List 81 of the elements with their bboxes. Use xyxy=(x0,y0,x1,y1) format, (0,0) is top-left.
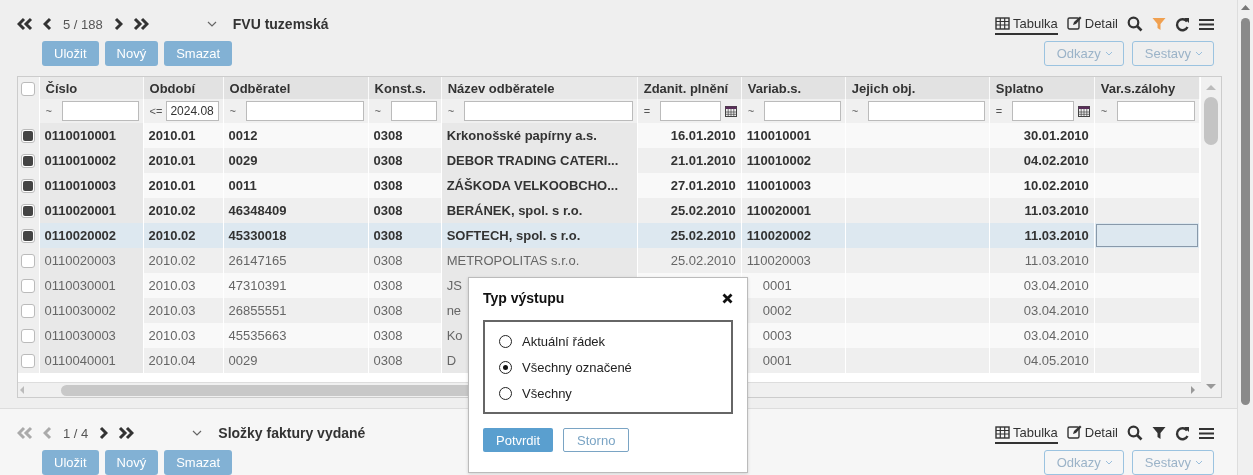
table-cell-text: 0002 xyxy=(761,303,792,318)
table-cell: 0012 xyxy=(228,128,258,143)
table-cell: Krkonošské papírny a.s. xyxy=(446,128,597,143)
record-position: 5 / 188 xyxy=(63,16,103,32)
table-cell: 0308 xyxy=(373,153,403,168)
table-cell: 0110040001 xyxy=(44,353,116,368)
table-cell: 0308 xyxy=(373,328,403,343)
table-cell: 11.03.2010 xyxy=(1024,228,1089,243)
table-cell: 2010.01 xyxy=(148,153,196,168)
table-cell: 2010.02 xyxy=(148,228,196,243)
table-cell: 110020003 xyxy=(746,253,811,268)
table-cell: 0308 xyxy=(373,303,403,318)
table-cell: 0308 xyxy=(373,128,403,143)
table-cell: 03.04.2010 xyxy=(1023,328,1089,343)
table-cell: 03.04.2010 xyxy=(1023,303,1089,318)
table-cell: Ko xyxy=(446,328,463,343)
table-cell: 2010.03 xyxy=(148,278,196,293)
table-cell: 0110010003 xyxy=(44,178,117,193)
dialog-title: Typ výstupu xyxy=(483,290,565,306)
table-cell: D xyxy=(446,353,456,368)
table-cell: 0308 xyxy=(373,278,403,293)
table-cell: 0308 xyxy=(373,178,403,193)
table-cell: 16.01.2010 xyxy=(670,128,736,143)
table-cell: 04.05.2010 xyxy=(1023,353,1089,368)
table-cell: 2010.01 xyxy=(148,178,196,193)
table-cell: 2010.04 xyxy=(148,353,196,368)
table-cell-text: 0001 xyxy=(761,353,792,368)
table-cell: 0110020001 xyxy=(44,203,117,218)
table-cell: 21.01.2010 xyxy=(670,153,736,168)
table-cell: 46348409 xyxy=(228,203,287,218)
table-cell: 0308 xyxy=(373,353,403,368)
table-cell: 11.03.2010 xyxy=(1024,253,1089,268)
table-cell: 0110030002 xyxy=(44,303,116,318)
table-cell: 25.02.2010 xyxy=(670,228,736,243)
panel-title: FVU tuzemská xyxy=(232,16,329,32)
table-cell: ne xyxy=(446,303,462,318)
table-cell: 0029 xyxy=(228,153,258,168)
table-cell: 0110030003 xyxy=(44,328,116,343)
record-position: 1 / 4 xyxy=(63,425,89,441)
table-cell: 0029 xyxy=(228,353,258,368)
table-cell: 03.04.2010 xyxy=(1023,278,1089,293)
table-cell: 04.02.2010 xyxy=(1023,153,1089,168)
table-cell: 110010003 xyxy=(746,178,812,193)
table-cell: 30.01.2010 xyxy=(1023,128,1089,143)
table-cell: 0308 xyxy=(373,203,403,218)
table-cell: SOFTECH, spol. s r.o. xyxy=(446,228,581,243)
table-cell: 27.01.2010 xyxy=(670,178,736,193)
table-cell: BERÁNEK, spol. s r.o. xyxy=(446,203,583,218)
table-cell: 25.02.2010 xyxy=(670,203,736,218)
table-cell: 2010.01 xyxy=(148,128,196,143)
table-cell: 110020002 xyxy=(746,228,812,243)
table-cell: 45330018 xyxy=(228,228,287,243)
table-cell: 11.03.2010 xyxy=(1024,203,1089,218)
table-cell: 0308 xyxy=(373,228,403,243)
table-cell: 0110010001 xyxy=(44,128,117,143)
panel-title: Složky faktury vydané xyxy=(218,425,366,441)
table-cell: 2010.03 xyxy=(148,328,196,343)
table-cell: 0110010002 xyxy=(44,153,117,168)
table-cell: 25.02.2010 xyxy=(670,253,736,268)
table-cell: 110020001 xyxy=(746,203,812,218)
table-cell: 0110030001 xyxy=(44,278,116,293)
table-cell: METROPOLITAS s.r.o. xyxy=(446,253,580,268)
table-cell: 26147165 xyxy=(228,253,287,268)
table-cell: 2010.02 xyxy=(148,203,196,218)
table-cell: 0011 xyxy=(228,178,257,193)
table-cell: DEBOR TRADING CATERI... xyxy=(446,153,619,168)
table-cell: 26855551 xyxy=(228,303,287,318)
table-cell: 110010002 xyxy=(746,153,812,168)
table-cell: 0308 xyxy=(373,253,403,268)
table-cell-text: 0003 xyxy=(761,328,792,343)
table-cell-text: 0001 xyxy=(761,278,792,293)
table-cell: 0110020003 xyxy=(44,253,116,268)
table-cell: JS xyxy=(446,278,462,293)
table-cell: 45535663 xyxy=(228,328,287,343)
table-cell: ZÁŠKODA VELKOOBCHO... xyxy=(446,178,619,193)
table-cell: 110010001 xyxy=(746,128,812,143)
table-cell: 0110020002 xyxy=(44,228,117,243)
table-cell: 2010.03 xyxy=(148,303,196,318)
table-cell: 47310391 xyxy=(228,278,287,293)
table-cell: 10.02.2010 xyxy=(1023,178,1089,193)
table-cell: 2010.02 xyxy=(148,253,196,268)
